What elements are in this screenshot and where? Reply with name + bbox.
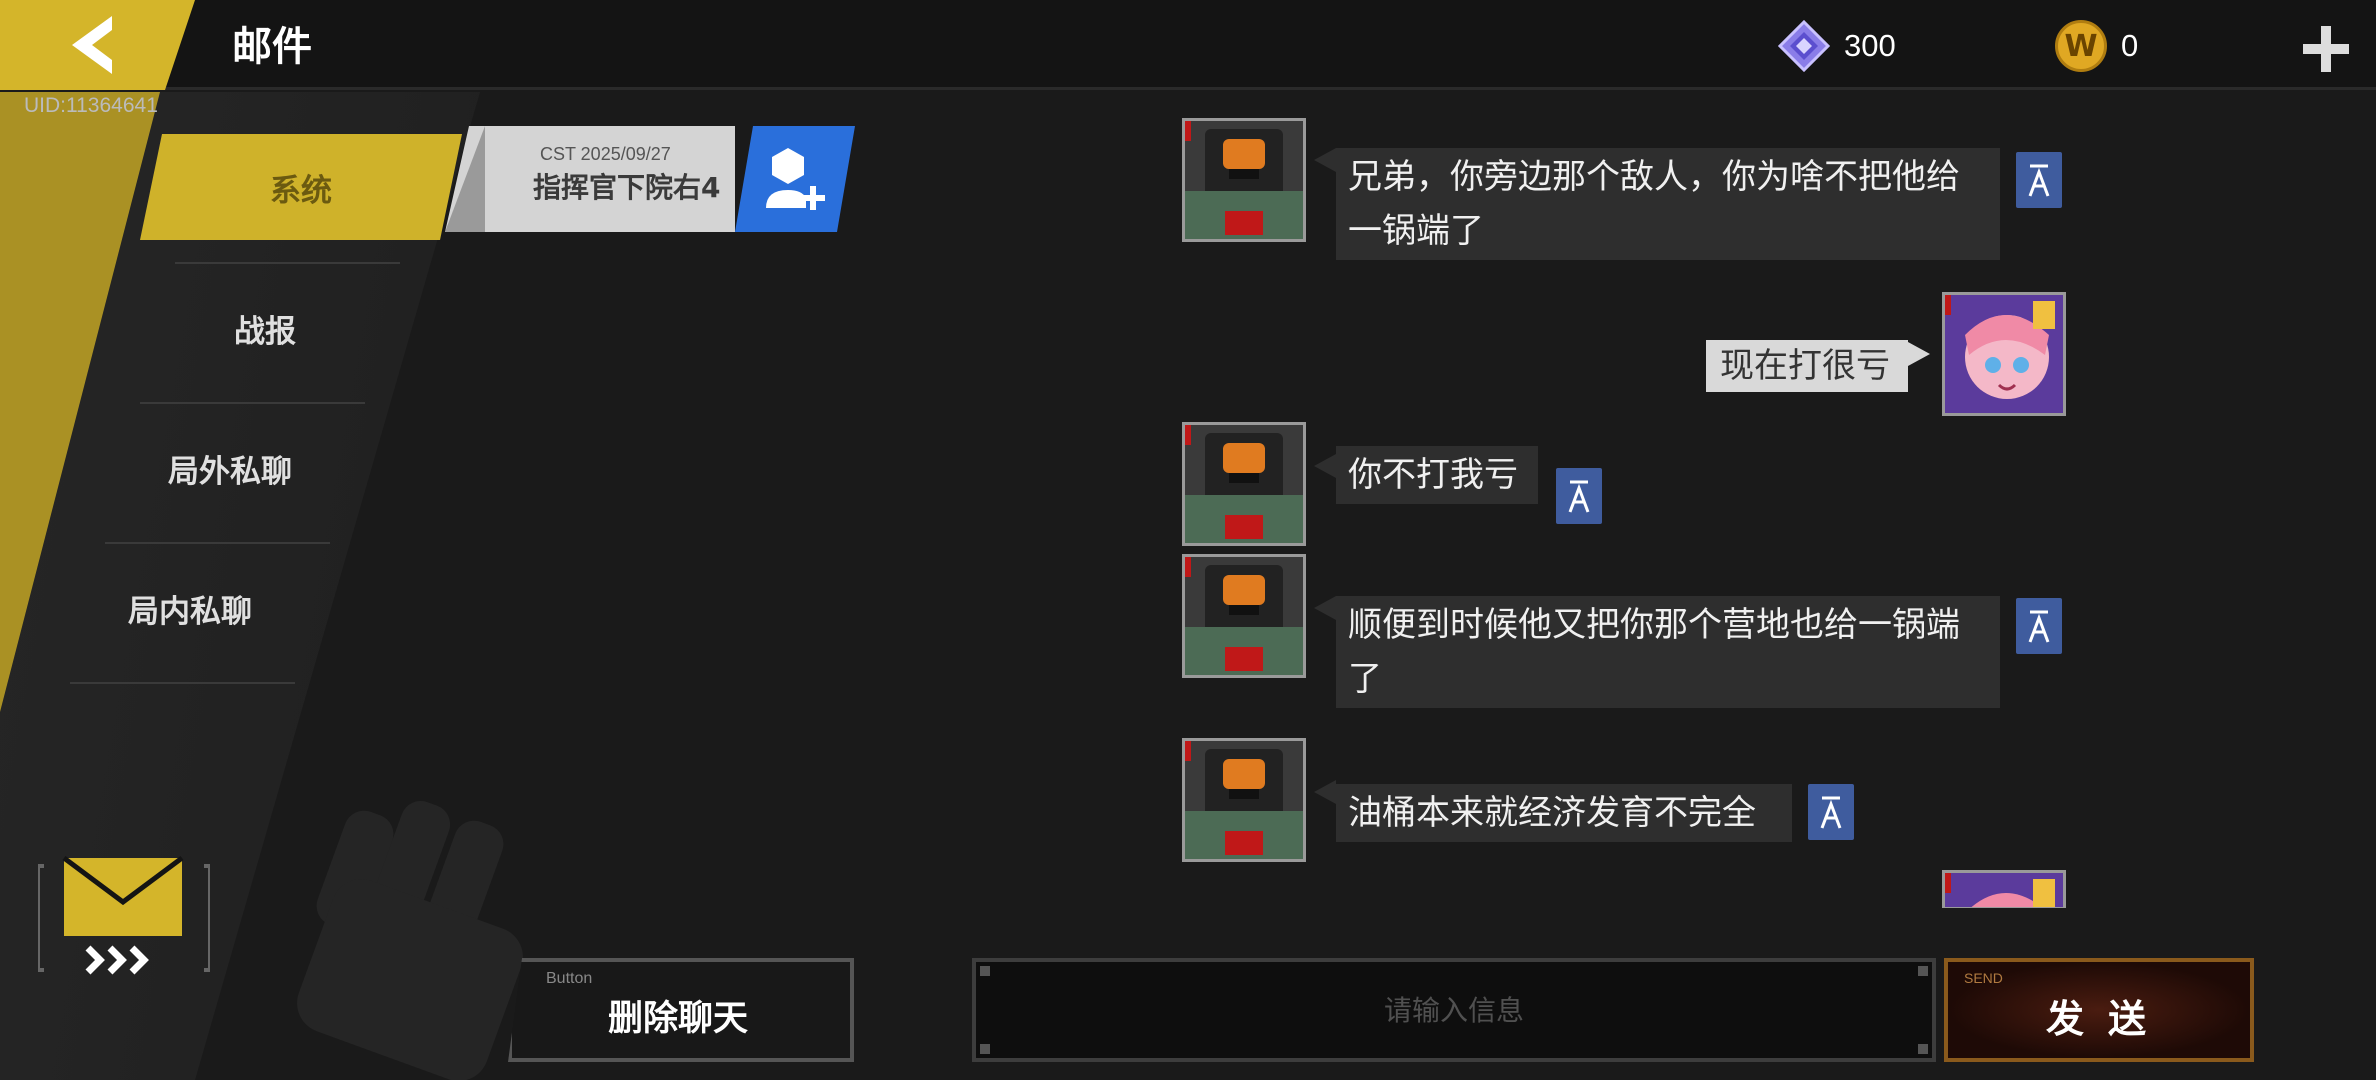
- self-avatar[interactable]: [1942, 870, 2066, 908]
- avatar-marker: [1945, 295, 1951, 315]
- tab-divider: [175, 262, 400, 264]
- bubble-tail: [1314, 780, 1336, 804]
- sender-avatar[interactable]: [1182, 422, 1306, 546]
- bubble-tail: [1314, 454, 1336, 478]
- delete-chat-label: 删除聊天: [608, 999, 749, 1039]
- translate-button[interactable]: [1808, 784, 1854, 840]
- avatar-marker: [1185, 425, 1191, 445]
- avatar-marker: [1945, 873, 1951, 893]
- translate-button[interactable]: [2016, 598, 2062, 654]
- translate-icon: [1568, 480, 1590, 513]
- avatar-marker: [1185, 741, 1191, 761]
- robot-avatar-icon: [1185, 557, 1303, 675]
- sender-avatar[interactable]: [1182, 738, 1306, 862]
- tab-system[interactable]: 系统: [140, 134, 462, 240]
- robot-avatar-icon: [1185, 425, 1303, 543]
- tab-outside-private-chat[interactable]: 局外私聊: [130, 432, 330, 504]
- translate-button[interactable]: [2016, 152, 2062, 208]
- tab-divider: [105, 542, 330, 544]
- tab-divider: [70, 682, 295, 684]
- avatar-marker: [1185, 121, 1191, 141]
- message-bubble: 兄弟，你旁边那个敌人，你为啥不把他给一锅端了: [1336, 148, 2000, 260]
- tab-battle-report[interactable]: 战报: [165, 292, 365, 364]
- gem-count: 300: [1844, 28, 1896, 63]
- input-corner-marker: [980, 1044, 990, 1054]
- sender-avatar[interactable]: [1182, 554, 1306, 678]
- page-title: 邮件: [232, 24, 312, 70]
- message-bubble: 顺便到时候他又把你那个营地也给一锅端了: [1336, 596, 2000, 708]
- bubble-tail: [1314, 596, 1336, 620]
- back-button[interactable]: [0, 0, 195, 90]
- input-corner-marker: [1918, 966, 1928, 976]
- bubble-tail: [1908, 342, 1930, 366]
- robot-avatar-icon: [1185, 741, 1303, 859]
- user-id-label: UID:11364641: [24, 94, 158, 117]
- add-friend-icon: [766, 148, 825, 210]
- translate-icon: [1820, 796, 1842, 829]
- contact-name: 指挥官下院右4: [533, 171, 721, 204]
- message-input[interactable]: [972, 958, 1936, 1062]
- delete-chat-button[interactable]: Button 删除聊天: [508, 958, 854, 1062]
- tab-divider: [140, 402, 365, 404]
- self-message-bubble: 现在打很亏: [1706, 340, 1908, 392]
- send-label: 发送: [2046, 997, 2171, 1041]
- mail-icon[interactable]: [38, 856, 210, 980]
- button-tag: Button: [546, 970, 593, 987]
- robot-avatar-icon: [1185, 121, 1303, 239]
- bubble-tail: [1314, 148, 1336, 172]
- send-button[interactable]: SEND 发送: [1944, 958, 2254, 1062]
- plus-icon[interactable]: [2303, 26, 2349, 72]
- coin-icon: W: [2055, 20, 2107, 72]
- sender-avatar[interactable]: [1182, 118, 1306, 242]
- send-tag: SEND: [1964, 970, 2003, 986]
- back-arrow-icon: [72, 16, 112, 74]
- input-corner-marker: [1918, 1044, 1928, 1054]
- coin-currency-display: W 0: [2055, 20, 2138, 72]
- gem-icon: [1778, 20, 1830, 72]
- translate-button[interactable]: [1556, 468, 1602, 524]
- top-bar: [0, 0, 2376, 90]
- self-avatar[interactable]: [1942, 292, 2066, 416]
- input-corner-marker: [980, 966, 990, 976]
- anime-avatar-icon: [1945, 873, 2063, 907]
- translate-icon: [2028, 164, 2050, 197]
- message-bubble: 你不打我亏: [1336, 446, 1538, 504]
- anime-avatar-icon: [1945, 295, 2063, 413]
- gem-currency-display: 300: [1778, 20, 1896, 72]
- contact-date: CST 2025/09/27: [540, 144, 671, 164]
- add-friend-button[interactable]: [735, 126, 855, 232]
- chat-message-list[interactable]: 兄弟，你旁边那个敌人，你为啥不把他给一锅端了 现在打很亏 你不打我亏 顺便到时候…: [1160, 118, 2100, 908]
- message-bubble: 油桶本来就经济发育不完全: [1336, 784, 1792, 842]
- coin-count: 0: [2121, 28, 2139, 63]
- contact-card[interactable]: CST 2025/09/27 指挥官下院右4: [445, 126, 855, 232]
- avatar-marker: [1185, 557, 1191, 577]
- tab-inside-private-chat[interactable]: 局内私聊: [90, 572, 290, 644]
- translate-icon: [2028, 610, 2050, 643]
